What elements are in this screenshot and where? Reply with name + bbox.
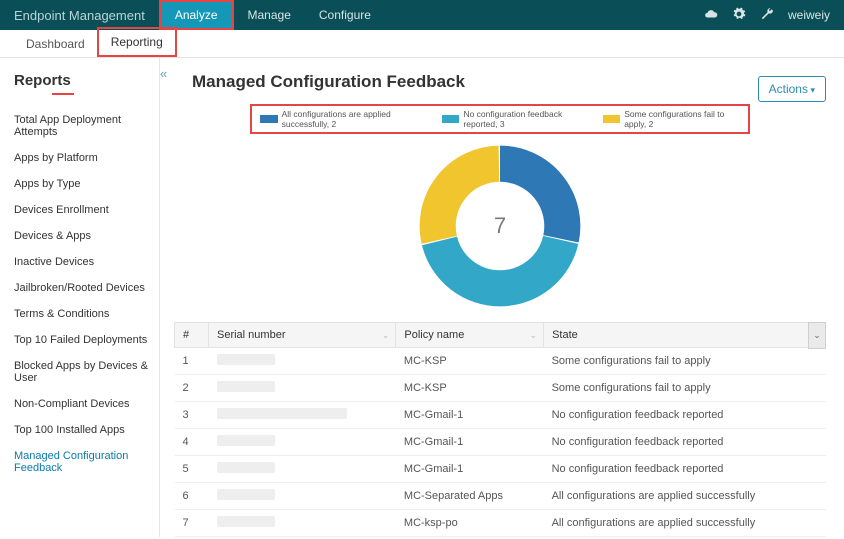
sidebar-item[interactable]: Non-Compliant Devices bbox=[14, 391, 159, 417]
topbar: Endpoint Management AnalyzeManageConfigu… bbox=[0, 0, 844, 30]
cell-serial bbox=[209, 456, 396, 483]
col-header[interactable]: # bbox=[175, 323, 209, 348]
nav-tabs: AnalyzeManageConfigure bbox=[159, 0, 385, 30]
cell-policy: MC-Gmail-1 bbox=[396, 456, 544, 483]
legend-swatch bbox=[260, 115, 278, 123]
sidebar-item[interactable]: Apps by Platform bbox=[14, 145, 159, 171]
cell-state: No configuration feedback reported bbox=[544, 402, 826, 429]
donut-total: 7 bbox=[494, 213, 506, 239]
serial-redacted bbox=[217, 435, 275, 446]
cell-policy: MC-KSP bbox=[396, 375, 544, 402]
cell-serial bbox=[209, 429, 396, 456]
col-header[interactable]: Serial number⌄ bbox=[209, 323, 396, 348]
cell-serial bbox=[209, 510, 396, 537]
serial-redacted bbox=[217, 516, 275, 527]
sidebar-item[interactable]: Total App Deployment Attempts bbox=[14, 107, 159, 145]
cell-policy: MC-ksp-po bbox=[396, 510, 544, 537]
sidebar-item[interactable]: Managed Configuration Feedback bbox=[14, 443, 159, 481]
legend-label: All configurations are applied successfu… bbox=[282, 109, 428, 129]
sub-nav: DashboardReporting bbox=[0, 30, 844, 58]
serial-redacted bbox=[217, 408, 347, 419]
heading-underline bbox=[52, 93, 74, 95]
gear-icon[interactable] bbox=[732, 7, 746, 24]
sidebar-item[interactable]: Jailbroken/Rooted Devices bbox=[14, 275, 159, 301]
serial-redacted bbox=[217, 354, 275, 365]
user-label[interactable]: weiweiy bbox=[788, 8, 830, 22]
sidebar-heading: Reports bbox=[14, 72, 159, 89]
sidebar-item[interactable]: Top 10 Failed Deployments bbox=[14, 327, 159, 353]
main: « Managed Configuration Feedback Actions… bbox=[160, 58, 844, 537]
cell-state: No configuration feedback reported bbox=[544, 456, 826, 483]
table-row[interactable]: 5 MC-Gmail-1No configuration feedback rep… bbox=[175, 456, 826, 483]
donut-chart: 7 bbox=[418, 144, 582, 308]
wrench-icon[interactable] bbox=[760, 7, 774, 24]
nav-tab-manage[interactable]: Manage bbox=[234, 0, 305, 30]
top-right: weiweiy bbox=[704, 7, 830, 24]
cell-serial bbox=[209, 483, 396, 510]
legend-swatch bbox=[442, 115, 460, 123]
sidebar-item[interactable]: Terms & Conditions bbox=[14, 301, 159, 327]
legend-label: No configuration feedback reported, 3 bbox=[463, 109, 588, 129]
actions-button[interactable]: Actions bbox=[758, 76, 826, 102]
cell-index: 5 bbox=[175, 456, 209, 483]
legend-item: Some configurations fail to apply, 2 bbox=[603, 109, 740, 129]
page-title: Managed Configuration Feedback bbox=[192, 72, 826, 92]
sidebar-item[interactable]: Devices & Apps bbox=[14, 223, 159, 249]
column-picker-icon[interactable]: ⌄ bbox=[808, 322, 826, 349]
sub-tab-reporting[interactable]: Reporting bbox=[97, 27, 177, 57]
cell-state: Some configurations fail to apply bbox=[544, 375, 826, 402]
serial-redacted bbox=[217, 489, 275, 500]
sort-icon[interactable]: ⌄ bbox=[530, 330, 538, 341]
sidebar-item[interactable]: Apps by Type bbox=[14, 171, 159, 197]
table-row[interactable]: 4 MC-Gmail-1No configuration feedback rep… bbox=[175, 429, 826, 456]
sidebar-item[interactable]: Blocked Apps by Devices & User bbox=[14, 353, 159, 391]
cell-policy: MC-Gmail-1 bbox=[396, 402, 544, 429]
col-header[interactable]: State⌄⌄ bbox=[544, 323, 826, 348]
sidebar-item[interactable]: Inactive Devices bbox=[14, 249, 159, 275]
cell-policy: MC-Separated Apps bbox=[396, 483, 544, 510]
sort-icon[interactable]: ⌄ bbox=[382, 330, 390, 341]
sidebar-item[interactable]: Devices Enrollment bbox=[14, 197, 159, 223]
collapse-icon[interactable]: « bbox=[160, 66, 167, 81]
brand: Endpoint Management bbox=[14, 8, 145, 23]
sidebar-item[interactable]: Top 100 Installed Apps bbox=[14, 417, 159, 443]
cell-index: 4 bbox=[175, 429, 209, 456]
cell-serial bbox=[209, 375, 396, 402]
cell-index: 1 bbox=[175, 348, 209, 375]
legend-item: All configurations are applied successfu… bbox=[260, 109, 428, 129]
col-header[interactable]: Policy name⌄ bbox=[396, 323, 544, 348]
nav-tab-analyze[interactable]: Analyze bbox=[159, 0, 234, 30]
cell-index: 6 bbox=[175, 483, 209, 510]
cell-policy: MC-KSP bbox=[396, 348, 544, 375]
legend-label: Some configurations fail to apply, 2 bbox=[624, 109, 740, 129]
cell-serial bbox=[209, 402, 396, 429]
cell-state: All configurations are applied successfu… bbox=[544, 483, 826, 510]
sub-tab-dashboard[interactable]: Dashboard bbox=[14, 31, 97, 57]
cell-index: 3 bbox=[175, 402, 209, 429]
nav-tab-configure[interactable]: Configure bbox=[305, 0, 385, 30]
cell-serial bbox=[209, 348, 396, 375]
cell-index: 2 bbox=[175, 375, 209, 402]
table-row[interactable]: 1 MC-KSPSome configurations fail to apply bbox=[175, 348, 826, 375]
cell-state: No configuration feedback reported bbox=[544, 429, 826, 456]
serial-redacted bbox=[217, 381, 275, 392]
serial-redacted bbox=[217, 462, 275, 473]
table-row[interactable]: 6 MC-Separated AppsAll configurations are… bbox=[175, 483, 826, 510]
table-row[interactable]: 3 MC-Gmail-1No configuration feedback rep… bbox=[175, 402, 826, 429]
cloud-icon[interactable] bbox=[704, 7, 718, 24]
cell-policy: MC-Gmail-1 bbox=[396, 429, 544, 456]
table-row[interactable]: 2 MC-KSPSome configurations fail to apply bbox=[175, 375, 826, 402]
data-table: #Serial number⌄Policy name⌄State⌄⌄ 1 MC-K… bbox=[174, 322, 826, 537]
legend-swatch bbox=[603, 115, 621, 123]
cell-state: All configurations are applied successfu… bbox=[544, 510, 826, 537]
cell-state: Some configurations fail to apply bbox=[544, 348, 826, 375]
legend-item: No configuration feedback reported, 3 bbox=[442, 109, 589, 129]
sidebar: Reports Total App Deployment AttemptsApp… bbox=[0, 58, 160, 537]
chart-legend: All configurations are applied successfu… bbox=[250, 104, 750, 134]
table-row[interactable]: 7 MC-ksp-poAll configurations are applied… bbox=[175, 510, 826, 537]
cell-index: 7 bbox=[175, 510, 209, 537]
